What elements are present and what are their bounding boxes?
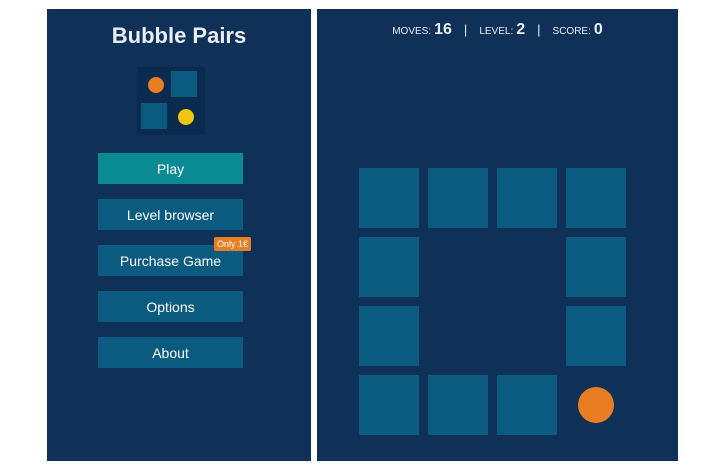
moves-label: MOVES: — [392, 26, 432, 37]
main-menu-panel: Bubble Pairs Play Level browser Purchase… — [47, 9, 311, 461]
logo-orange-bubble — [148, 77, 164, 93]
purchase-game-label: Purchase Game — [119, 252, 222, 269]
game-panel: MOVES: 16 | LEVEL: 2 | SCORE: 0 — [317, 9, 678, 461]
price-badge: Only 1€ — [213, 237, 251, 251]
play-button[interactable]: Play — [98, 153, 243, 184]
board-tile[interactable] — [428, 375, 488, 435]
level-browser-label: Level browser — [126, 206, 215, 223]
score-value: 0 — [593, 21, 603, 38]
board-tile[interactable] — [359, 375, 419, 435]
stats-bar: MOVES: 16 | LEVEL: 2 | SCORE: 0 — [317, 21, 678, 39]
play-button-label: Play — [156, 160, 185, 177]
about-button[interactable]: About — [98, 337, 243, 368]
board-tile[interactable] — [497, 375, 557, 435]
stats-separator: | — [537, 22, 541, 37]
orange-bubble[interactable] — [578, 387, 614, 423]
purchase-game-button[interactable]: Purchase Game Only 1€ — [98, 237, 251, 276]
options-label: Options — [146, 298, 195, 315]
logo-tile — [171, 71, 197, 97]
moves-value: 16 — [434, 21, 452, 38]
options-button[interactable]: Options — [98, 291, 243, 322]
board-tile[interactable] — [359, 168, 419, 228]
level-label: LEVEL: — [479, 26, 514, 37]
score-label: SCORE: — [552, 26, 591, 37]
game-title: Bubble Pairs — [111, 23, 247, 48]
board-tile[interactable] — [566, 237, 626, 297]
board-tile[interactable] — [428, 168, 488, 228]
board-tile[interactable] — [566, 306, 626, 366]
about-label: About — [152, 344, 189, 361]
board-tile[interactable] — [359, 306, 419, 366]
level-value: 2 — [516, 21, 526, 38]
stats-separator: | — [463, 22, 468, 37]
board-tile[interactable] — [497, 168, 557, 228]
board-tile[interactable] — [359, 237, 419, 297]
board-tile[interactable] — [566, 168, 626, 228]
logo-yellow-bubble — [178, 109, 194, 125]
game-logo — [137, 67, 205, 135]
level-browser-button[interactable]: Level browser — [98, 199, 243, 230]
logo-tile — [141, 103, 167, 129]
